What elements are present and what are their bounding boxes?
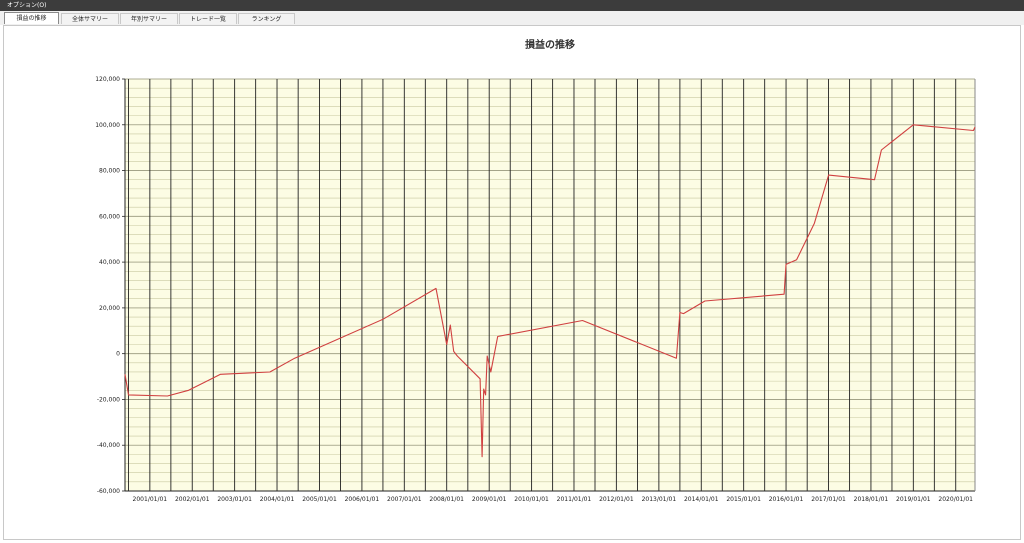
x-tick-label: 2011/01/01 — [557, 496, 592, 503]
x-tick-label: 2006/01/01 — [345, 496, 380, 503]
y-tick-label: -60,000 — [97, 488, 120, 495]
x-tick-label: 2018/01/01 — [854, 496, 889, 503]
x-tick-label: 2005/01/01 — [302, 496, 337, 503]
x-tick-label: 2015/01/01 — [726, 496, 761, 503]
tab-ranking[interactable]: ランキング — [238, 13, 295, 24]
y-tick-label: 100,000 — [95, 122, 120, 129]
y-tick-label: 120,000 — [95, 76, 120, 83]
x-tick-label: 2008/01/01 — [429, 496, 464, 503]
y-tick-label: 60,000 — [99, 213, 120, 220]
title-bar: オプション(O) — [0, 0, 1024, 11]
tab-yearly-summary[interactable]: 年別サマリー — [120, 13, 178, 24]
y-tick-label: 40,000 — [99, 259, 120, 266]
y-tick-label: -40,000 — [97, 442, 120, 449]
tab-trade-list[interactable]: トレード一覧 — [179, 13, 237, 24]
x-tick-label: 2013/01/01 — [642, 496, 677, 503]
x-tick-label: 2017/01/01 — [811, 496, 846, 503]
x-tick-label: 2014/01/01 — [684, 496, 719, 503]
x-tick-label: 2007/01/01 — [387, 496, 422, 503]
profit-chart: 損益の推移 -60,000 -40,000 -20,000 0 20,000 40,000 6… — [95, 38, 976, 503]
x-tick-label: 2019/01/01 — [896, 496, 931, 503]
x-tick-label: 2009/01/01 — [472, 496, 507, 503]
tab-overall-summary[interactable]: 全体サマリー — [61, 13, 119, 24]
y-tick-label: 80,000 — [99, 168, 120, 175]
chart-title: 損益の推移 — [525, 38, 575, 51]
tab-strip: 損益の推移 全体サマリー 年別サマリー トレード一覧 ランキング — [0, 11, 1024, 25]
x-tick-label: 2004/01/01 — [260, 496, 295, 503]
chart-panel: 損益の推移 -60,000 -40,000 -20,000 0 20,000 40,000 6… — [3, 25, 1021, 540]
x-tick-label: 2016/01/01 — [769, 496, 804, 503]
x-tick-label: 2001/01/01 — [133, 496, 168, 503]
x-tick-label: 2003/01/01 — [217, 496, 252, 503]
options-menu[interactable]: オプション(O) — [7, 0, 46, 11]
tab-profit-trend[interactable]: 損益の推移 — [4, 12, 59, 24]
x-tick-label: 2012/01/01 — [599, 496, 634, 503]
x-tick-label: 2002/01/01 — [175, 496, 210, 503]
x-tick-label: 2010/01/01 — [514, 496, 549, 503]
y-tick-label: 20,000 — [99, 305, 120, 312]
y-tick-label: 0 — [116, 351, 120, 358]
plot-area — [125, 79, 975, 491]
x-tick-label: 2020/01/01 — [938, 496, 973, 503]
y-tick-label: -20,000 — [97, 396, 120, 403]
